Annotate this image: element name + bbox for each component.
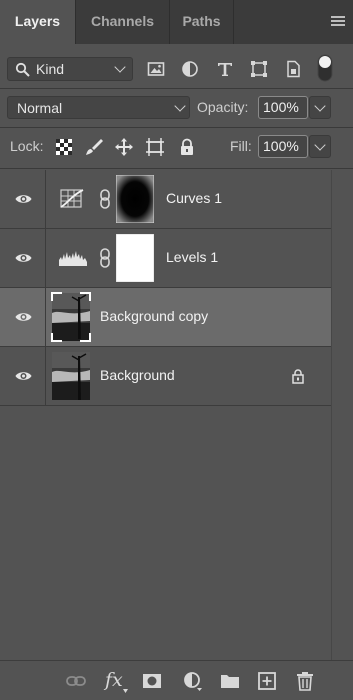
tab-layers[interactable]: Layers bbox=[0, 0, 76, 44]
opacity-dropdown[interactable] bbox=[309, 96, 331, 119]
fill-dropdown[interactable] bbox=[309, 135, 331, 158]
delete-layer-icon[interactable] bbox=[295, 671, 315, 691]
layer-row-levels-1[interactable]: Levels 1 bbox=[0, 229, 331, 288]
link-layers-icon[interactable] bbox=[66, 671, 86, 691]
layer-name: Background copy bbox=[100, 308, 209, 324]
layers-scrollbar[interactable] bbox=[331, 170, 353, 660]
smart-object-filter-icon[interactable] bbox=[284, 60, 302, 78]
adjustment-filter-icon[interactable] bbox=[181, 60, 199, 78]
panel-tab-bar: Layers Channels Paths bbox=[0, 0, 353, 44]
eye-icon bbox=[15, 195, 32, 203]
visibility-toggle[interactable] bbox=[0, 170, 46, 229]
layer-lock-icon[interactable] bbox=[291, 368, 305, 384]
add-mask-icon[interactable] bbox=[142, 671, 162, 691]
lock-transparent-pixels-icon[interactable] bbox=[54, 137, 74, 157]
new-layer-icon[interactable] bbox=[257, 671, 277, 691]
chevron-down-icon bbox=[114, 61, 126, 73]
fill-input[interactable]: 100% bbox=[258, 135, 308, 158]
layer-name: Levels 1 bbox=[166, 249, 219, 265]
fx-icon[interactable]: fx bbox=[105, 669, 123, 691]
blend-mode-select[interactable]: Normal bbox=[7, 96, 190, 119]
eye-icon bbox=[15, 313, 32, 321]
mask-link-icon[interactable] bbox=[99, 248, 111, 268]
chevron-down-icon bbox=[174, 100, 186, 112]
filter-kind-label: Kind bbox=[36, 61, 65, 77]
lock-all-icon[interactable] bbox=[177, 137, 197, 157]
tab-paths[interactable]: Paths bbox=[170, 0, 234, 44]
lock-label: Lock: bbox=[10, 138, 44, 154]
curves-adjustment-icon bbox=[60, 189, 84, 208]
layer-mask-thumbnail[interactable] bbox=[116, 234, 154, 282]
levels-adjustment-icon bbox=[59, 251, 87, 266]
fill-label: Fill: bbox=[230, 138, 252, 154]
filter-toggle-icon[interactable] bbox=[316, 54, 334, 82]
opacity-label: Opacity: bbox=[197, 99, 249, 115]
layers-list: Curves 1 Levels 1 Background copy Backgr… bbox=[0, 170, 331, 408]
layer-name: Background bbox=[100, 367, 175, 383]
layer-image-thumbnail[interactable] bbox=[52, 352, 90, 400]
chevron-down-icon bbox=[314, 139, 326, 151]
image-filter-icon[interactable] bbox=[147, 60, 165, 78]
layer-row-background[interactable]: Background bbox=[0, 347, 331, 406]
mask-link-icon[interactable] bbox=[99, 189, 111, 209]
eye-icon bbox=[15, 372, 32, 380]
opacity-input[interactable]: 100% bbox=[258, 96, 308, 119]
visibility-toggle[interactable] bbox=[0, 347, 46, 406]
layer-name: Curves 1 bbox=[166, 190, 223, 206]
layers-footer-toolbar: fx bbox=[0, 660, 353, 700]
lock-position-icon[interactable] bbox=[114, 137, 134, 157]
layer-image-thumbnail[interactable] bbox=[50, 291, 92, 343]
layer-row-curves-1[interactable]: Curves 1 bbox=[0, 170, 331, 229]
tab-channels[interactable]: Channels bbox=[76, 0, 170, 44]
type-filter-icon[interactable] bbox=[216, 60, 234, 78]
eye-icon bbox=[15, 254, 32, 262]
visibility-toggle[interactable] bbox=[0, 229, 46, 288]
lock-artboard-icon[interactable] bbox=[145, 137, 165, 157]
new-group-icon[interactable] bbox=[220, 671, 240, 691]
chevron-down-icon bbox=[123, 689, 128, 693]
blend-mode-label: Normal bbox=[17, 100, 63, 116]
panel-menu-icon[interactable] bbox=[331, 16, 345, 28]
layer-mask-thumbnail[interactable] bbox=[116, 175, 154, 223]
visibility-toggle[interactable] bbox=[0, 288, 46, 347]
filter-kind-select[interactable]: Kind bbox=[7, 57, 133, 81]
new-adjustment-icon[interactable] bbox=[183, 671, 203, 691]
lock-image-pixels-icon[interactable] bbox=[84, 137, 104, 157]
chevron-down-icon bbox=[314, 100, 326, 112]
shape-filter-icon[interactable] bbox=[250, 60, 268, 78]
search-icon bbox=[15, 62, 30, 77]
layer-row-background-copy[interactable]: Background copy bbox=[0, 288, 331, 347]
